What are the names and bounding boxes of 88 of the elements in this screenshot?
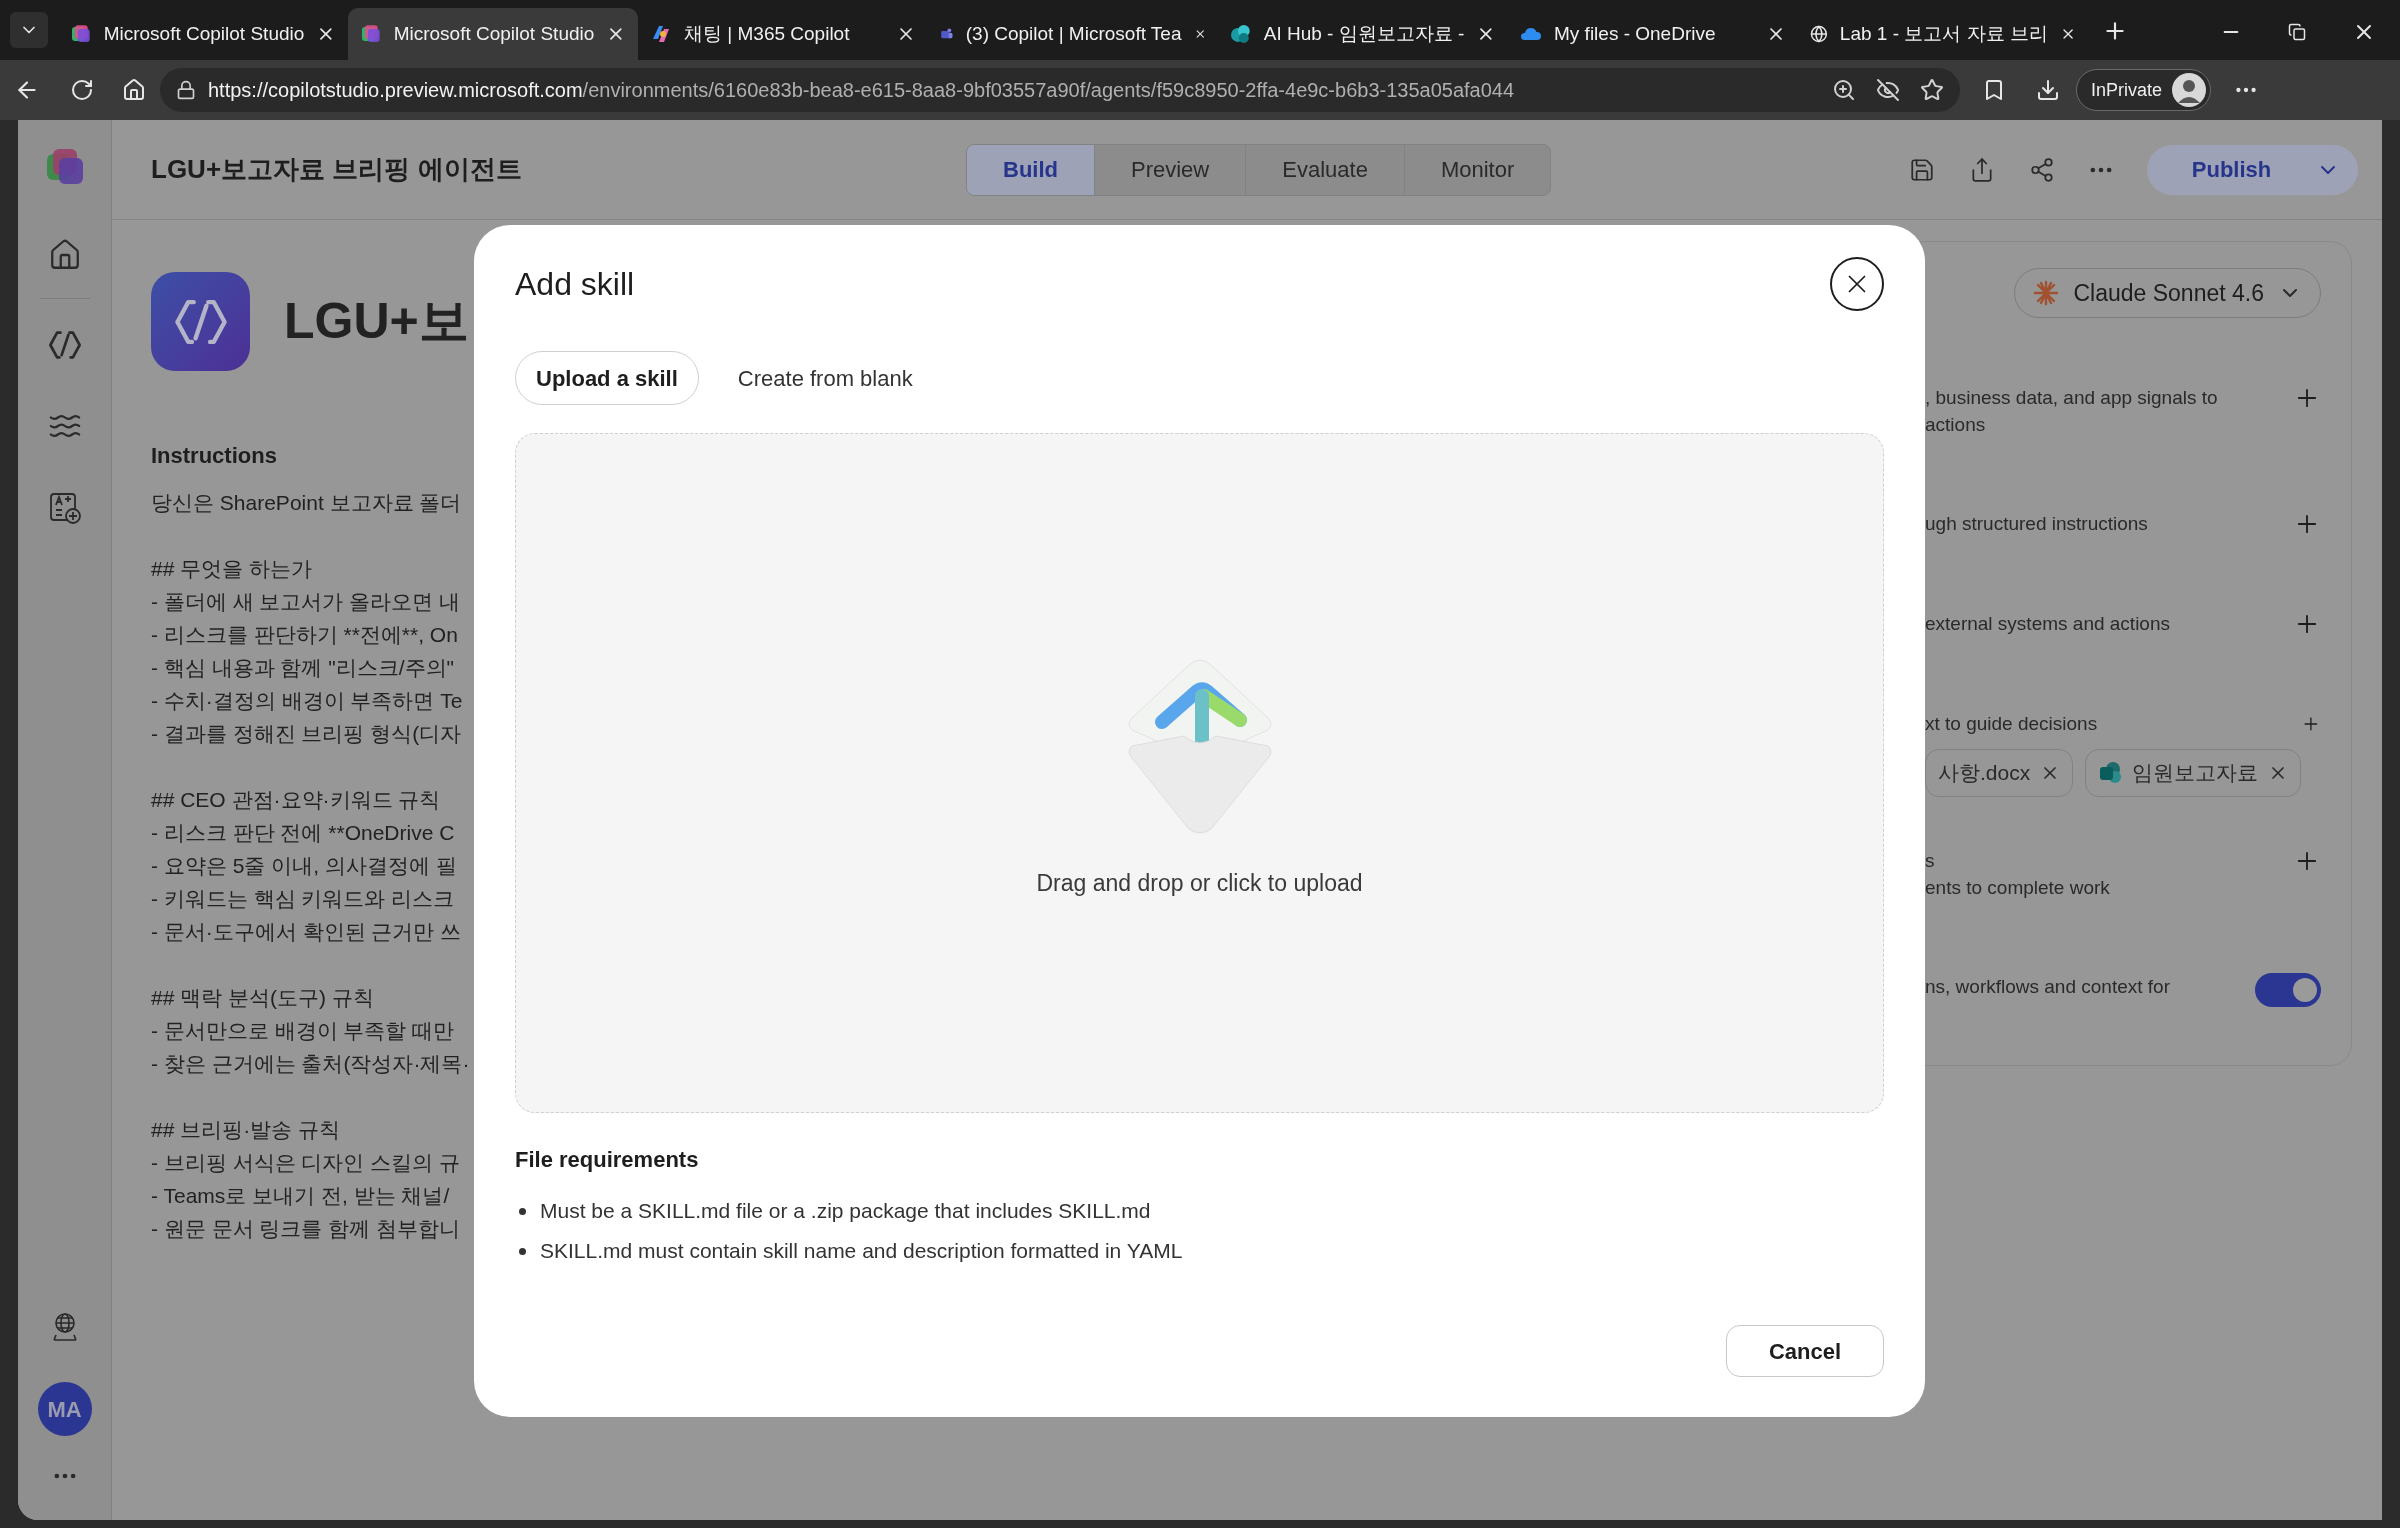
instruction-line: - 문서만으로 배경이 부족할 때만 [151,1018,456,1044]
section-description: actions [1925,413,1987,437]
instruction-line: - 문서·도구에서 확인된 근거만 쓰 [151,919,463,945]
view-tab[interactable]: Evaluate [1245,144,1404,195]
sparkle-icon [2033,280,2060,306]
instruction-line: - 브리핑 서식은 디자인 스킬의 규 [151,1150,462,1176]
browser-tab[interactable]: AI Hub - 임원보고자료 - [1218,8,1508,60]
section-description: ns, workflows and context for [1925,975,2170,999]
dropzone-text: Drag and drop or click to upload [1036,869,1363,898]
dialog-title: Add skill [515,265,635,304]
zoom-icon[interactable] [1832,78,1856,102]
home-icon[interactable] [122,78,146,102]
download-icon[interactable] [2036,78,2060,102]
section-description: , business data, and app signals to [1925,386,2218,410]
instruction-line: - 키워드는 핵심 키워드와 리스크 [151,886,456,912]
dialog-tab[interactable]: Create from blank [716,351,934,405]
instruction-line: 당신은 SharePoint 보고자료 폴더 [151,490,463,516]
instruction-line: ## 무엇을 하는가 [151,556,314,582]
instruction-line: - 폴더에 새 보고서가 올라오면 내 [151,589,462,615]
refresh-icon[interactable] [70,78,94,102]
tab-title: My files - OneDrive [1554,21,1717,46]
globe-icon [1810,23,1828,45]
favorite-star-icon[interactable] [1920,78,1944,102]
instruction-line: - 핵심 내용과 함께 "리스크/주의" [151,655,456,681]
browser-tab[interactable]: My files - OneDrive [1508,8,1798,60]
restore-icon[interactable] [2288,23,2306,41]
view-tab[interactable]: Preview [1094,144,1246,195]
instruction-line: - 리스크 판단 전에 **OneDrive C [151,820,456,846]
toggle-switch[interactable] [2255,973,2321,1007]
instruction-line: - 수치·결정의 배경이 부족하면 Te [151,688,464,714]
instruction-line: ## 맥락 분석(도구) 규칙 [151,985,375,1011]
avatar-icon [2172,73,2207,107]
copilot-logo-icon [650,23,672,45]
view-tab[interactable]: Build [967,144,1094,195]
tab-title: Microsoft Copilot Studio [103,21,305,46]
eye-off-icon[interactable] [1876,78,1900,102]
bullet-icon [519,1207,526,1215]
browser-tab[interactable]: (3) Copilot | Microsoft Tea [928,8,1218,60]
instruction-line: - 원문 문서 링크를 함께 첨부합니 [151,1216,462,1242]
section-description: external systems and actions [1925,612,2170,636]
instruction-line: - 리스크를 판단하기 **전에**, On [151,622,459,648]
save-icon[interactable] [1909,156,1935,183]
model-dropdown[interactable]: Claude Sonnet 4.6 [2014,268,2321,318]
sharepoint-icon [2098,761,2123,785]
publish-button[interactable]: Publish [2147,144,2358,195]
tab-title: Lab 1 - 보고서 자료 브리 [1839,21,2048,46]
knowledge-chip[interactable]: 임원보고자료 [2085,749,2302,797]
agent-title: LGU+보고자료 브리핑 에이전트 [151,154,522,184]
requirement-text: SKILL.md must contain skill name and description formatted in YAML [540,1238,1183,1264]
close-button[interactable] [1830,257,1884,311]
section-description: ugh structured instructions [1925,512,2148,536]
tab-title: (3) Copilot | Microsoft Tea [965,21,1182,46]
app-logo-icon [70,23,92,45]
share-icon[interactable] [1969,156,1995,183]
browser-tab[interactable]: Microsoft Copilot Studio [348,8,638,60]
requirement-text: Must be a SKILL.md file or a .zip package that includes SKILL.md [540,1198,1151,1224]
section-description: xt to guide decisions [1925,712,2099,736]
browser-tab[interactable]: Lab 1 - 보고서 자료 브리 [1798,8,2088,60]
instruction-line: - 요약은 5줄 이내, 의사결정에 필 [151,853,458,879]
address-field[interactable]: https://copilotstudio.preview.microsoft.com/environments/6160e83b-bea8-e615-8aa8-9bf03557a90f/agents/f59c8950-2ffa-4e9c-b6b3-135a05afa044 [160,68,1960,112]
tab-title: AI Hub - 임원보고자료 - [1263,21,1465,46]
lock-icon [176,80,196,100]
hub-logo-icon [1230,23,1252,45]
instructions-label: Instructions [151,442,277,470]
section-description: s [1925,849,1936,873]
instruction-line: - Teams로 보내기 전, 받는 채널/ [151,1183,451,1209]
requirements-heading: File requirements [515,1146,699,1174]
instruction-line: - 찾은 근거에는 출처(작성자·제목· [151,1051,471,1077]
instruction-line: ## 브리핑·발송 규칙 [151,1117,342,1143]
browser-tab[interactable]: 채팅 | M365 Copilot [638,8,928,60]
app-logo-icon [360,23,382,45]
section-description: ents to complete work [1925,876,2110,900]
connections-icon[interactable] [2029,156,2055,183]
tab-title: Microsoft Copilot Studio [393,21,595,46]
agent-name: LGU+보 [284,292,469,351]
tab-title: 채팅 | M365 Copilot [684,21,851,46]
view-tab[interactable]: Monitor [1403,144,1551,195]
dialog-tab[interactable]: Upload a skill [515,351,699,405]
user-avatar[interactable]: MA [37,1382,92,1436]
cancel-button[interactable]: Cancel [1726,1325,1884,1377]
browser-tab[interactable]: Microsoft Copilot Studio [58,8,348,60]
bullet-icon [519,1247,526,1255]
profile-button[interactable]: InPrivate [2076,69,2212,111]
upload-dropzone[interactable]: Drag and drop or click to upload [515,433,1884,1113]
text-add-icon[interactable] [47,491,82,525]
url-text: https://copilotstudio.preview.microsoft.com/environments/6160e83b-bea8-e615-8aa8-9bf03557a90f/agents/f59c8950-2ffa-4e9c-b6b3-135a05afa044 [208,78,1515,103]
instruction-line: - 결과를 정해진 브리핑 형식(디자 [151,721,463,747]
instruction-line: ## CEO 관점·요약·키워드 규칙 [151,787,442,813]
